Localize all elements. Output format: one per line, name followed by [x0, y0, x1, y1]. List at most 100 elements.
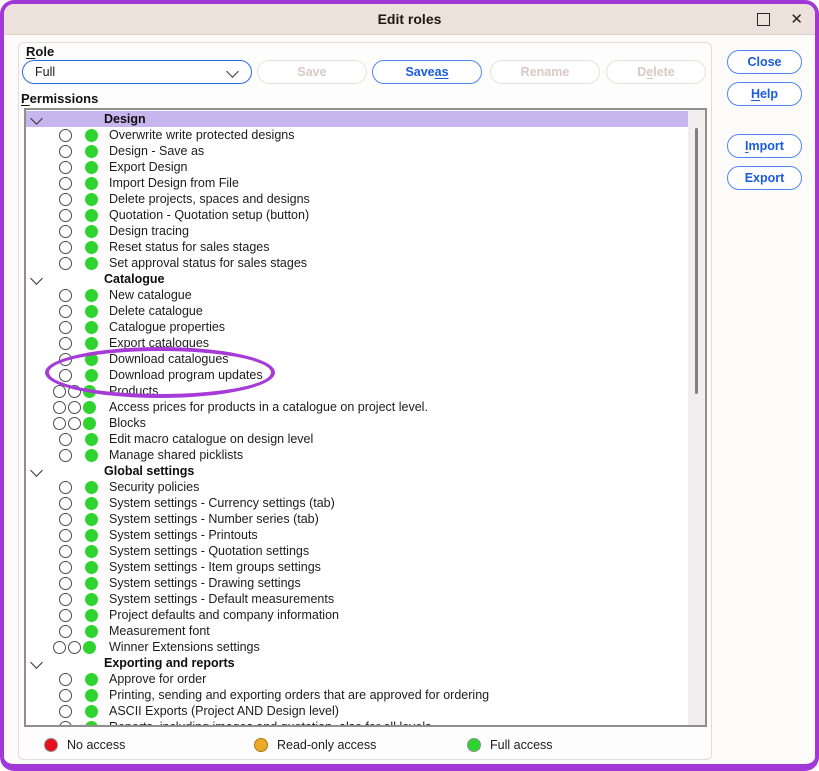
radio-button[interactable]	[59, 561, 72, 574]
tree-item-row[interactable]: System settings - Item groups settings	[26, 559, 688, 575]
radio-button[interactable]	[59, 289, 72, 302]
radio-button[interactable]	[59, 609, 72, 622]
radio-button[interactable]	[59, 497, 72, 510]
category-label: Design	[104, 111, 146, 127]
tree-category-row[interactable]: Exporting and reports	[26, 655, 688, 671]
close-button[interactable]: Close	[727, 50, 802, 74]
radio-button[interactable]	[68, 641, 81, 654]
radio-button[interactable]	[59, 305, 72, 318]
radio-button[interactable]	[59, 129, 72, 142]
tree-item-row[interactable]: System settings - Drawing settings	[26, 575, 688, 591]
radio-button[interactable]	[59, 257, 72, 270]
tree-item-row[interactable]: Design tracing	[26, 223, 688, 239]
tree-item-row[interactable]: System settings - Default measurements	[26, 591, 688, 607]
tree-item-row[interactable]: Download program updates	[26, 367, 688, 383]
tree-item-row[interactable]: System settings - Printouts	[26, 527, 688, 543]
radio-button[interactable]	[59, 433, 72, 446]
full-access-dot	[83, 385, 96, 398]
tree-item-row[interactable]: Design - Save as	[26, 143, 688, 159]
role-dropdown[interactable]: Full	[22, 60, 252, 84]
tree-item-row[interactable]: System settings - Quotation settings	[26, 543, 688, 559]
radio-button[interactable]	[59, 577, 72, 590]
tree-category-row[interactable]: Global settings	[26, 463, 688, 479]
radio-button[interactable]	[59, 513, 72, 526]
chevron-down-icon[interactable]	[30, 272, 43, 285]
tree-item-row[interactable]: System settings - Number series (tab)	[26, 511, 688, 527]
radio-button[interactable]	[53, 401, 66, 414]
radio-button[interactable]	[59, 721, 72, 728]
tree-item-row[interactable]: New catalogue	[26, 287, 688, 303]
tree-item-row[interactable]: Reset status for sales stages	[26, 239, 688, 255]
radio-button[interactable]	[59, 673, 72, 686]
tree-item-row[interactable]: ASCII Exports (Project AND Design level)	[26, 703, 688, 719]
tree-item-row[interactable]: Reports, including images and quotation,…	[26, 719, 688, 727]
tree-item-row[interactable]: Delete projects, spaces and designs	[26, 191, 688, 207]
rename-button[interactable]: Rename	[490, 60, 600, 84]
tree-item-row[interactable]: Blocks	[26, 415, 688, 431]
radio-button[interactable]	[59, 481, 72, 494]
radio-button[interactable]	[68, 385, 81, 398]
radio-button[interactable]	[59, 161, 72, 174]
radio-button[interactable]	[59, 545, 72, 558]
tree-item-row[interactable]: Overwrite write protected designs	[26, 127, 688, 143]
radio-button[interactable]	[53, 385, 66, 398]
save-as-button[interactable]: Save as	[372, 60, 482, 84]
tree-item-row[interactable]: Quotation - Quotation setup (button)	[26, 207, 688, 223]
chevron-down-icon[interactable]	[30, 112, 43, 125]
radio-button[interactable]	[59, 321, 72, 334]
tree-item-row[interactable]: Delete catalogue	[26, 303, 688, 319]
category-label: Exporting and reports	[104, 655, 235, 671]
tree-item-row[interactable]: Printing, sending and exporting orders t…	[26, 687, 688, 703]
tree-item-row[interactable]: Export catalogues	[26, 335, 688, 351]
tree-item-row[interactable]: Access prices for products in a catalogu…	[26, 399, 688, 415]
export-button[interactable]: Export	[727, 166, 802, 190]
radio-button[interactable]	[59, 145, 72, 158]
tree-item-row[interactable]: System settings - Currency settings (tab…	[26, 495, 688, 511]
tree-item-row[interactable]: Measurement font	[26, 623, 688, 639]
scrollbar[interactable]	[688, 110, 705, 725]
tree-item-row[interactable]: Security policies	[26, 479, 688, 495]
delete-button[interactable]: Delete	[606, 60, 706, 84]
radio-button[interactable]	[68, 401, 81, 414]
radio-button[interactable]	[59, 689, 72, 702]
tree-item-row[interactable]: Project defaults and company information	[26, 607, 688, 623]
tree-item-row[interactable]: Products	[26, 383, 688, 399]
radio-button[interactable]	[53, 641, 66, 654]
radio-button[interactable]	[59, 225, 72, 238]
close-icon[interactable]: ✕	[790, 12, 803, 27]
radio-button[interactable]	[68, 417, 81, 430]
radio-button[interactable]	[59, 593, 72, 606]
category-label: Global settings	[104, 463, 194, 479]
radio-button[interactable]	[53, 417, 66, 430]
tree-category-row[interactable]: Catalogue	[26, 271, 688, 287]
chevron-down-icon[interactable]	[30, 656, 43, 669]
tree-item-row[interactable]: Set approval status for sales stages	[26, 255, 688, 271]
tree-item-row[interactable]: Edit macro catalogue on design level	[26, 431, 688, 447]
help-button[interactable]: Help	[727, 82, 802, 106]
radio-button[interactable]	[59, 193, 72, 206]
save-button[interactable]: Save	[257, 60, 367, 84]
radio-button[interactable]	[59, 705, 72, 718]
import-button[interactable]: Import	[727, 134, 802, 158]
radio-button[interactable]	[59, 241, 72, 254]
radio-button[interactable]	[59, 529, 72, 542]
tree-item-row[interactable]: Approve for order	[26, 671, 688, 687]
radio-button[interactable]	[59, 449, 72, 462]
radio-button[interactable]	[59, 353, 72, 366]
chevron-down-icon[interactable]	[30, 464, 43, 477]
tree-item-row[interactable]: Catalogue properties	[26, 319, 688, 335]
radio-button[interactable]	[59, 625, 72, 638]
tree-item-row[interactable]: Import Design from File	[26, 175, 688, 191]
maximize-icon[interactable]	[757, 13, 770, 26]
tree-item-row[interactable]: Manage shared picklists	[26, 447, 688, 463]
radio-button[interactable]	[59, 177, 72, 190]
radio-button[interactable]	[59, 369, 72, 382]
titlebar[interactable]: Edit roles ✕	[4, 4, 815, 35]
tree-category-row[interactable]: Design	[26, 111, 688, 127]
tree-item-row[interactable]: Download catalogues	[26, 351, 688, 367]
tree-item-row[interactable]: Winner Extensions settings	[26, 639, 688, 655]
radio-button[interactable]	[59, 337, 72, 350]
tree-item-row[interactable]: Export Design	[26, 159, 688, 175]
radio-button[interactable]	[59, 209, 72, 222]
scrollbar-thumb[interactable]	[695, 128, 698, 394]
